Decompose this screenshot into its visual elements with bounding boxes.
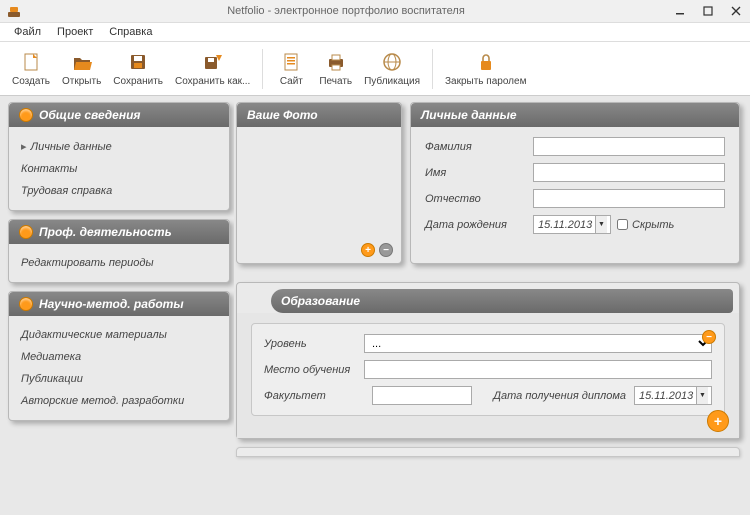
minimize-button[interactable] (666, 1, 694, 21)
save-icon (126, 50, 150, 74)
sidebar-item-employment[interactable]: Трудовая справка (19, 180, 219, 202)
diploma-date-input[interactable]: 15.11.2013 ▼ (634, 386, 712, 405)
toolbar-lock-button[interactable]: Закрыть паролем (439, 48, 532, 89)
surname-input[interactable] (533, 137, 725, 156)
birthdate-label: Дата рождения (425, 219, 533, 231)
education-panel-header: Образование (271, 289, 733, 313)
site-icon (279, 50, 303, 74)
dropdown-icon: ▼ (595, 216, 607, 233)
menubar: Файл Проект Справка (0, 22, 750, 42)
dropdown-icon: ▼ (696, 387, 708, 404)
sidebar-item-periods[interactable]: Редактировать периоды (19, 252, 219, 274)
print-icon (324, 50, 348, 74)
folder-open-icon (70, 50, 94, 74)
photo-remove-button[interactable]: − (379, 243, 393, 257)
sidebar-group-prof: Проф. деятельность Редактировать периоды (8, 219, 230, 283)
sidebar-item-didactic[interactable]: Дидактические материалы (19, 324, 219, 346)
toolbar-label: Печать (319, 76, 352, 87)
app-icon (6, 3, 22, 19)
photo-body: + − (237, 127, 401, 263)
panel-title: Образование (281, 294, 360, 308)
toolbar-label: Открыть (62, 76, 101, 87)
education-add-button[interactable]: + (707, 410, 729, 432)
education-panel: Образование − Уровень ... Место обучения… (236, 282, 740, 439)
personal-panel-header: Личные данные (411, 103, 739, 127)
toolbar-label: Закрыть паролем (445, 76, 526, 87)
faculty-label: Факультет (264, 390, 364, 402)
menu-project[interactable]: Проект (49, 24, 101, 40)
toolbar: Создать Открыть Сохранить Сохранить как.… (0, 42, 750, 96)
sidebar-group-title: Проф. деятельность (39, 225, 172, 239)
patronymic-label: Отчество (425, 193, 533, 205)
lock-icon (474, 50, 498, 74)
birthdate-value: 15.11.2013 (538, 219, 592, 231)
sidebar-item-contacts[interactable]: Контакты (19, 158, 219, 180)
place-label: Место обучения (264, 364, 364, 376)
sidebar-group-header[interactable]: Общие сведения (9, 103, 229, 127)
name-input[interactable] (533, 163, 725, 182)
toolbar-print-button[interactable]: Печать (313, 48, 358, 89)
hide-label: Скрыть (632, 219, 674, 231)
hide-checkbox[interactable] (617, 219, 628, 230)
save-as-icon (201, 50, 225, 74)
education-entry: − Уровень ... Место обучения Факультет Д… (251, 323, 725, 416)
sidebar-group-title: Общие сведения (39, 108, 141, 122)
toolbar-create-button[interactable]: Создать (6, 48, 56, 89)
education-remove-button[interactable]: − (702, 330, 716, 344)
menu-help[interactable]: Справка (101, 24, 160, 40)
menu-file[interactable]: Файл (6, 24, 49, 40)
birthdate-input[interactable]: 15.11.2013 ▼ (533, 215, 611, 234)
sidebar-group-science: Научно-метод. работы Дидактические матер… (8, 291, 230, 421)
hide-checkbox-wrap[interactable]: Скрыть (617, 219, 725, 231)
diploma-date-value: 15.11.2013 (639, 390, 693, 402)
sidebar-group-header[interactable]: Проф. деятельность (9, 220, 229, 244)
toolbar-publish-button[interactable]: Публикация (358, 48, 426, 89)
place-input[interactable] (364, 360, 712, 379)
toolbar-label: Сохранить (113, 76, 163, 87)
titlebar: Netfolio - электронное портфолио воспита… (0, 0, 750, 22)
level-select[interactable]: ... (364, 334, 712, 353)
sidebar: Общие сведения Личные данные Контакты Тр… (0, 96, 234, 515)
sidebar-group-general: Общие сведения Личные данные Контакты Тр… (8, 102, 230, 211)
sidebar-item-personal[interactable]: Личные данные (19, 135, 219, 158)
next-panel-peek (236, 447, 740, 457)
name-label: Имя (425, 167, 533, 179)
level-label: Уровень (264, 338, 364, 350)
toolbar-separator (432, 49, 433, 89)
toolbar-site-button[interactable]: Сайт (269, 48, 313, 89)
photo-panel-header: Ваше Фото (237, 103, 401, 127)
toolbar-label: Публикация (364, 76, 420, 87)
personal-panel: Личные данные Фамилия Имя Отчество (410, 102, 740, 264)
toolbar-label: Сайт (280, 76, 303, 87)
toolbar-label: Создать (12, 76, 50, 87)
sidebar-item-media[interactable]: Медиатека (19, 346, 219, 368)
new-file-icon (19, 50, 43, 74)
photo-add-button[interactable]: + (361, 243, 375, 257)
photo-panel: Ваше Фото + − (236, 102, 402, 264)
sidebar-item-publications[interactable]: Публикации (19, 368, 219, 390)
panel-title: Ваше Фото (247, 108, 318, 122)
window-title: Netfolio - электронное портфолио воспита… (26, 5, 666, 17)
main-area: Ваше Фото + − Личные данные Фамилия (234, 96, 750, 515)
maximize-button[interactable] (694, 1, 722, 21)
sidebar-item-author[interactable]: Авторские метод. разработки (19, 390, 219, 412)
sidebar-group-header[interactable]: Научно-метод. работы (9, 292, 229, 316)
toolbar-save-button[interactable]: Сохранить (107, 48, 169, 89)
globe-icon (380, 50, 404, 74)
panel-title: Личные данные (421, 108, 517, 122)
toolbar-save-as-button[interactable]: Сохранить как... (169, 48, 256, 89)
close-button[interactable] (722, 1, 750, 21)
toolbar-separator (262, 49, 263, 89)
sidebar-group-title: Научно-метод. работы (39, 297, 184, 311)
surname-label: Фамилия (425, 141, 533, 153)
toolbar-open-button[interactable]: Открыть (56, 48, 107, 89)
toolbar-label: Сохранить как... (175, 76, 250, 87)
faculty-input[interactable] (372, 386, 472, 405)
diploma-date-label: Дата получения диплома (493, 390, 626, 402)
patronymic-input[interactable] (533, 189, 725, 208)
